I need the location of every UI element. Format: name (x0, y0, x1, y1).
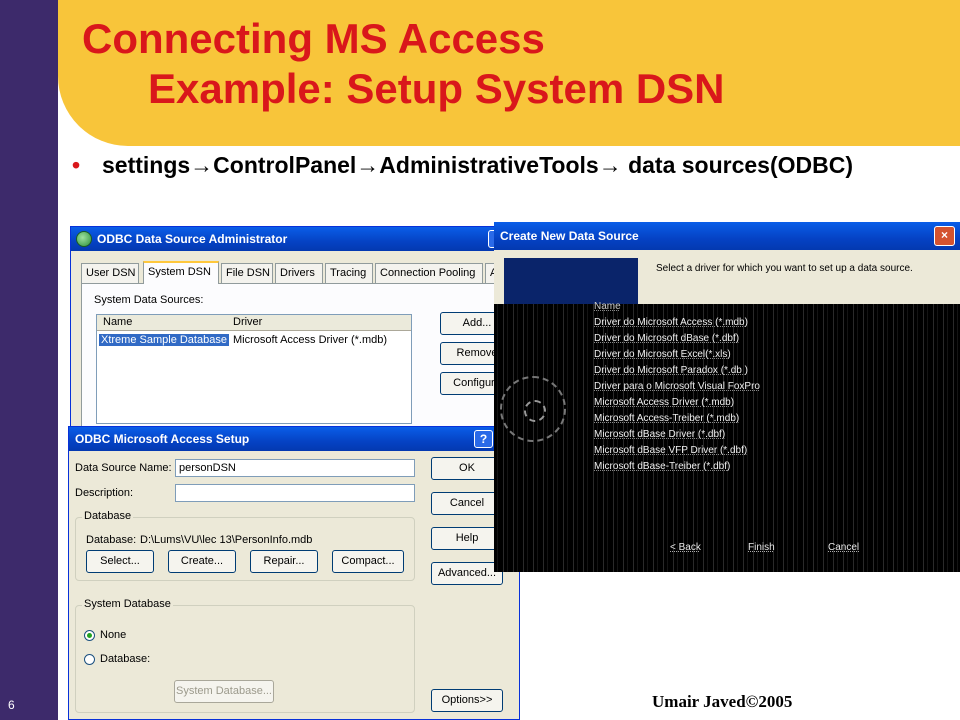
row-name-cell: Xtreme Sample Database (99, 334, 229, 346)
cnds-titlebar[interactable]: Create New Data Source × (494, 222, 960, 250)
radio-database-label: Database: (100, 653, 151, 665)
system-database-group: System Database None Database: System Da… (75, 598, 415, 713)
database-group-title: Database (82, 510, 134, 522)
close-icon[interactable]: × (934, 226, 955, 246)
title-line-2: Example: Setup System DSN (148, 65, 725, 112)
list-item[interactable]: Driver do Microsoft Access (*.mdb) (594, 316, 748, 330)
select-button[interactable]: Select... (86, 550, 154, 573)
wizard-banner-image (504, 258, 638, 304)
odbc-admin-window: ODBC Data Source Administrator ? User DS… (70, 226, 530, 436)
list-item[interactable]: Microsoft dBase VFP Driver (*.dbf) (594, 444, 747, 458)
list-item[interactable]: Microsoft dBase Driver (*.dbf) (594, 428, 725, 442)
cnds-top-area: Select a driver for which you want to se… (494, 250, 960, 304)
list-header: Name Driver (97, 315, 411, 331)
database-path-label: Database: (86, 534, 137, 546)
table-row[interactable]: Xtreme Sample Database Microsoft Access … (99, 333, 409, 348)
list-item[interactable]: Driver para o Microsoft Visual FoxPro (594, 380, 760, 394)
description-label: Description: (75, 487, 134, 499)
bullet-text: settings→ControlPanel→AdministrativeTool… (102, 152, 854, 178)
slide-left-bar (0, 0, 58, 720)
ok-button[interactable]: OK (431, 457, 503, 480)
column-driver[interactable]: Driver (233, 316, 262, 328)
list-item[interactable]: Driver do Microsoft Paradox (*.db ) (594, 364, 748, 378)
access-setup-titlebar[interactable]: ODBC Microsoft Access Setup ? (69, 427, 519, 451)
odbc-admin-tab-panel: System Data Sources: Name Driver Xtreme … (81, 283, 521, 433)
cnds-prompt: Select a driver for which you want to se… (656, 263, 913, 274)
tab-tracing[interactable]: Tracing (325, 263, 373, 283)
list-item[interactable]: Driver do Microsoft Excel(*.xls) (594, 348, 731, 362)
slide-number: 6 (8, 698, 15, 712)
list-item[interactable]: Microsoft dBase-Treiber (*.dbf) (594, 460, 730, 474)
odbc-admin-title: ODBC Data Source Administrator (97, 232, 288, 246)
slide-title: Connecting MS Access Example: Setup Syst… (82, 14, 725, 114)
database-group: Database Database: D:\Lums\VU\lec 13\Per… (75, 510, 415, 581)
advanced-button[interactable]: Advanced... (431, 562, 503, 585)
data-sources-list[interactable]: Name Driver Xtreme Sample Database Micro… (96, 314, 412, 424)
help-button[interactable]: Help (431, 527, 503, 550)
list-item[interactable]: Microsoft Access Driver (*.mdb) (594, 396, 734, 410)
database-path-value: D:\Lums\VU\lec 13\PersonInfo.mdb (140, 534, 313, 546)
create-new-data-source-window: Create New Data Source × Select a driver… (494, 222, 960, 572)
wizard-cancel-button[interactable]: Cancel (828, 542, 859, 553)
tab-connection-pooling[interactable]: Connection Pooling (375, 263, 483, 283)
tab-file-dsn[interactable]: File DSN (221, 263, 273, 283)
radio-none-label: None (100, 629, 127, 641)
odbc-admin-titlebar[interactable]: ODBC Data Source Administrator ? (71, 227, 529, 251)
slide-footer: Umair Javed©2005 (652, 692, 793, 711)
description-field[interactable] (175, 484, 415, 502)
compact-button[interactable]: Compact... (332, 550, 404, 573)
list-item[interactable]: Microsoft Access-Treiber (*.mdb) (594, 412, 739, 426)
dsn-name-label: Data Source Name: (75, 462, 172, 474)
cnds-title: Create New Data Source (500, 229, 639, 243)
driver-list-header[interactable]: Name (594, 300, 621, 314)
access-setup-title: ODBC Microsoft Access Setup (75, 432, 250, 446)
row-driver-cell: Microsoft Access Driver (*.mdb) (233, 334, 388, 346)
dsn-name-field[interactable]: personDSN (175, 459, 415, 477)
bullet-dot: • (72, 152, 81, 178)
system-database-group-title: System Database (82, 598, 173, 610)
finish-button[interactable]: Finish (748, 542, 775, 553)
radio-database[interactable] (84, 654, 95, 665)
system-database-button[interactable]: System Database... (174, 680, 274, 703)
back-button[interactable]: < Back (670, 542, 701, 553)
odbc-app-icon (76, 231, 92, 247)
repair-button[interactable]: Repair... (250, 550, 318, 573)
cancel-button[interactable]: Cancel (431, 492, 503, 515)
title-line-1: Connecting MS Access (82, 15, 545, 62)
create-button[interactable]: Create... (168, 550, 236, 573)
driver-list[interactable]: Name Driver do Microsoft Access (*.mdb) … (594, 300, 874, 472)
list-item[interactable]: Driver do Microsoft dBase (*.dbf) (594, 332, 739, 346)
access-setup-window: ODBC Microsoft Access Setup ? Data Sourc… (68, 426, 520, 720)
options-button[interactable]: Options>> (431, 689, 503, 712)
tab-user-dsn[interactable]: User DSN (81, 263, 139, 283)
tab-drivers[interactable]: Drivers (275, 263, 323, 283)
tab-system-dsn[interactable]: System DSN (143, 261, 219, 284)
system-data-sources-label: System Data Sources: (94, 294, 204, 306)
column-name[interactable]: Name (103, 316, 132, 328)
access-setup-help-button[interactable]: ? (474, 430, 493, 448)
wizard-disc-icon (500, 376, 566, 442)
radio-none[interactable] (84, 630, 95, 641)
